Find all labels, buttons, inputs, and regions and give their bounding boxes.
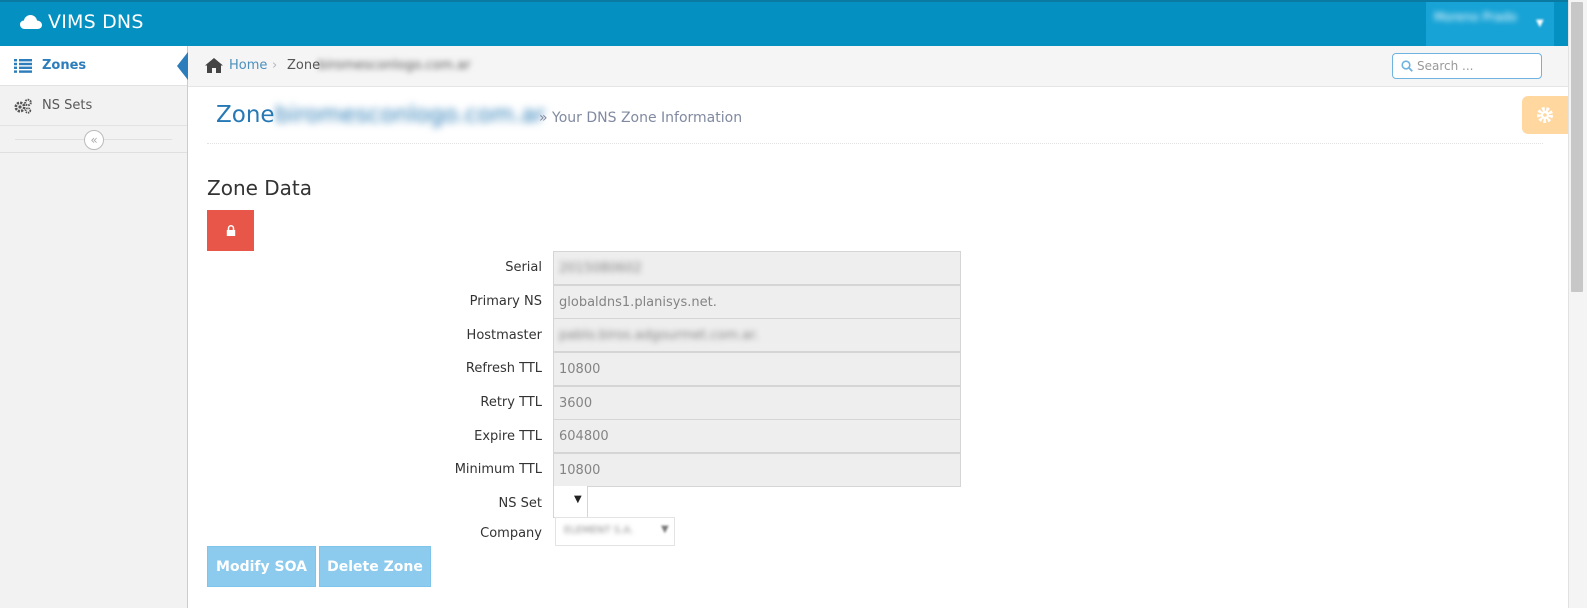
breadcrumb: Home › Zone biromesconlogo.com.ar xyxy=(188,46,1568,87)
primary-ns-value: globaldns1.planisys.net. xyxy=(559,294,717,310)
delete-zone-button[interactable]: Delete Zone xyxy=(319,546,431,587)
user-menu[interactable]: Moreno Prado ▼ xyxy=(1426,2,1554,46)
sidebar-collapse-button[interactable]: « xyxy=(84,130,104,150)
ns-set-select[interactable]: ▼ xyxy=(553,486,588,518)
caret-down-icon: ▼ xyxy=(574,494,582,505)
expire-ttl-label: Expire TTL xyxy=(474,429,542,444)
expire-ttl-field[interactable]: 604800 xyxy=(553,419,961,453)
user-name: Moreno Prado xyxy=(1434,10,1517,24)
primary-ns-label: Primary NS xyxy=(469,294,542,309)
minimum-ttl-label: Minimum TTL xyxy=(454,462,542,477)
company-select[interactable]: ELEMENT S.A. ▼ xyxy=(555,517,675,546)
caret-down-icon: ▼ xyxy=(661,524,669,535)
active-indicator xyxy=(177,52,188,80)
page-subtitle: » Your DNS Zone Information xyxy=(539,110,743,126)
sidebar-item-label: Zones xyxy=(42,58,87,73)
retry-ttl-value: 3600 xyxy=(559,395,593,411)
breadcrumb-separator: › xyxy=(272,58,278,73)
company-label: Company xyxy=(480,526,542,541)
lock-icon xyxy=(226,225,235,236)
sidebar-divider xyxy=(0,152,187,153)
serial-field[interactable]: 2015080602 xyxy=(553,251,961,285)
refresh-ttl-value: 10800 xyxy=(559,361,601,377)
cloud-icon xyxy=(20,15,42,29)
section-title: Zone Data xyxy=(207,176,313,200)
search-input[interactable] xyxy=(1417,57,1537,75)
sidebar-item-zones[interactable]: Zones xyxy=(0,46,187,86)
search-box[interactable] xyxy=(1392,53,1542,79)
minimum-ttl-field[interactable]: 10800 xyxy=(553,453,961,487)
double-chevron-left-icon: « xyxy=(90,133,98,147)
breadcrumb-zone-label: Zone xyxy=(287,58,321,73)
modify-soa-button[interactable]: Modify SOA xyxy=(207,546,316,587)
page-header: Zone biromesconlogo.com.ar » Your DNS Zo… xyxy=(207,96,1543,144)
list-icon xyxy=(12,58,34,73)
expire-ttl-value: 604800 xyxy=(559,428,609,444)
breadcrumb-home-link[interactable]: Home xyxy=(229,58,267,73)
top-navbar: VIMS DNS Moreno Prado ▼ xyxy=(0,0,1568,46)
ns-set-label: NS Set xyxy=(498,496,542,511)
minimum-ttl-value: 10800 xyxy=(559,462,601,478)
caret-down-icon: ▼ xyxy=(1536,18,1544,29)
lock-button[interactable] xyxy=(207,210,254,251)
serial-label: Serial xyxy=(505,260,542,275)
scrollbar-thumb[interactable] xyxy=(1571,2,1583,292)
sidebar-item-ns-sets[interactable]: NS Sets xyxy=(0,86,187,126)
retry-ttl-field[interactable]: 3600 xyxy=(553,386,961,420)
brand[interactable]: VIMS DNS xyxy=(20,11,144,33)
gears-icon xyxy=(12,98,34,114)
brand-title: VIMS DNS xyxy=(48,11,144,33)
home-icon[interactable] xyxy=(205,58,223,73)
search-icon xyxy=(1401,60,1413,72)
company-value: ELEMENT S.A. xyxy=(564,525,634,536)
page-title-zone-name: biromesconlogo.com.ar xyxy=(275,102,545,128)
primary-ns-field[interactable]: globaldns1.planisys.net. xyxy=(553,285,961,319)
hostmaster-field[interactable]: pablo.biros.adgourmet.com.ar. xyxy=(553,318,961,352)
sidebar-item-label: NS Sets xyxy=(42,98,93,113)
refresh-ttl-label: Refresh TTL xyxy=(465,361,542,376)
serial-value: 2015080602 xyxy=(559,260,642,276)
hostmaster-label: Hostmaster xyxy=(466,328,542,343)
retry-ttl-label: Retry TTL xyxy=(480,395,542,410)
page-title: Zone xyxy=(216,102,275,128)
hostmaster-value: pablo.biros.adgourmet.com.ar. xyxy=(559,327,759,343)
breadcrumb-zone-name: biromesconlogo.com.ar xyxy=(318,58,471,73)
refresh-ttl-field[interactable]: 10800 xyxy=(553,352,961,386)
